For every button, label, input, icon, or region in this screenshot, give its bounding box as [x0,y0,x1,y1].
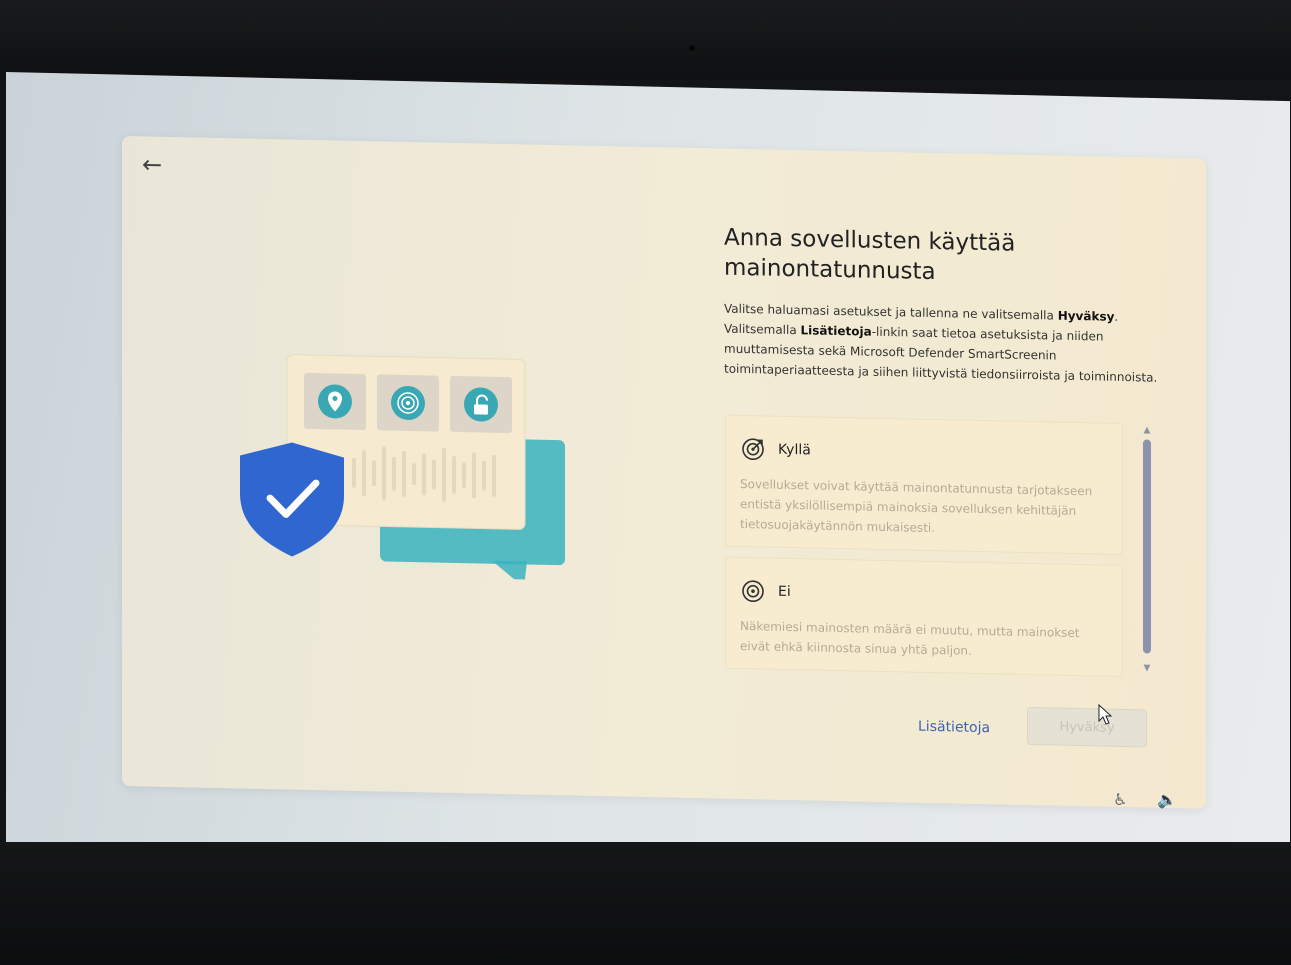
monitor-bezel-bottom [0,842,1291,965]
title-line-2: mainontatunnusta [724,254,936,286]
mouse-cursor-icon [1098,704,1112,725]
oobe-dialog: ← Anna sovellusten käyttää mainontatunnu… [122,136,1206,809]
target-off-icon [742,580,764,603]
option-yes-title: Kyllä [778,441,811,459]
option-no-description: Näkemiesi mainosten määrä ei muutu, mutt… [740,618,1080,658]
privacy-illustration [240,354,565,581]
option-list: Kyllä Sovellukset voivat käyttää mainont… [725,414,1123,677]
volume-icon[interactable]: 🔈 [1157,790,1177,809]
shield-icon [240,442,344,557]
options-scrollbar[interactable]: ▲ ▼ [1139,423,1155,675]
monitor-bezel-top [0,0,1291,80]
learn-more-button[interactable]: Lisätietoja [918,719,990,737]
option-yes[interactable]: Kyllä Sovellukset voivat käyttää mainont… [725,414,1123,555]
accept-button[interactable]: Hyväksy [1027,706,1147,748]
scroll-up-icon[interactable]: ▲ [1139,423,1155,437]
option-no-title: Ei [778,583,791,601]
target-icon [742,438,764,461]
page-title: Anna sovellusten käyttää mainontatunnust… [724,223,1144,292]
description-text: Valitse haluamasi asetukset ja tallenna … [724,301,1158,385]
chat-bubble-tail [492,560,527,581]
scroll-down-icon[interactable]: ▼ [1139,661,1155,675]
option-no[interactable]: Ei Näkemiesi mainosten määrä ei muutu, m… [725,556,1123,677]
title-line-1: Anna sovellusten käyttää [724,224,1016,257]
scrollbar-thumb[interactable] [1143,439,1151,654]
accept-keyword: Hyväksy [1057,308,1115,324]
accessibility-icon[interactable]: ♿ [1113,790,1127,809]
learn-more-keyword: Lisätietoja [800,323,872,339]
option-yes-description: Sovellukset voivat käyttää mainontatunnu… [740,476,1093,536]
back-arrow-icon[interactable]: ← [136,148,168,181]
webcam [689,45,695,51]
